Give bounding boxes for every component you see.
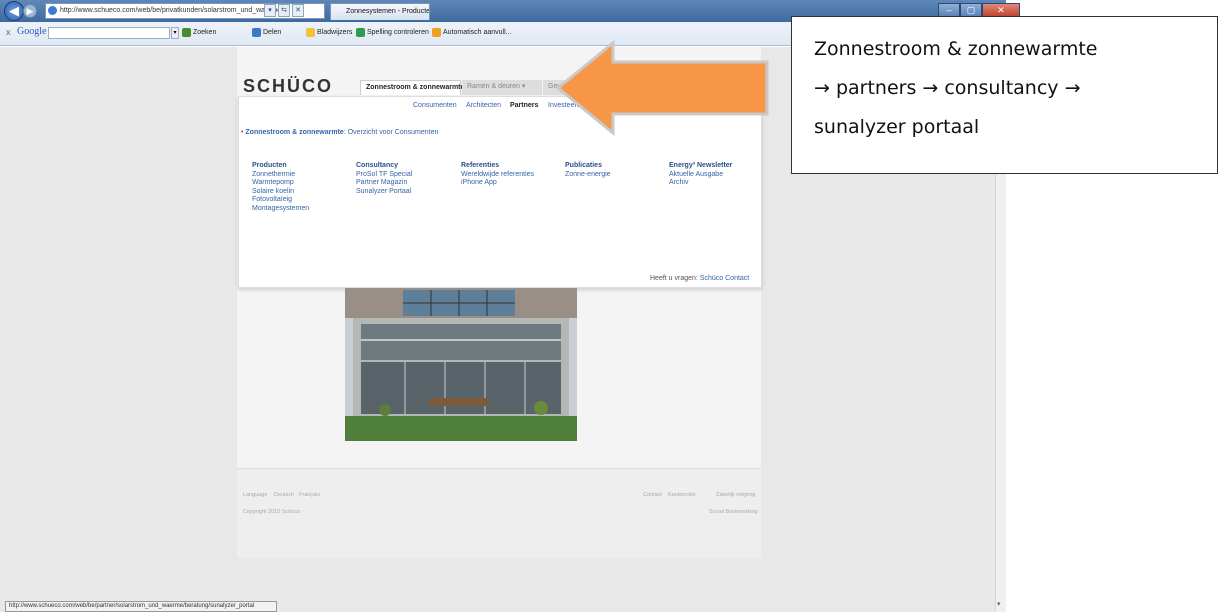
close-window-button[interactable]: ✕	[982, 3, 1020, 17]
page-footer	[237, 468, 761, 558]
footer-contact[interactable]: Contact	[643, 492, 662, 498]
compat-view-button[interactable]: ⇆	[278, 4, 290, 17]
menu-column-referenties: Referenties Wereldwijde referenties iPho…	[461, 162, 534, 188]
minimize-button[interactable]: –	[938, 3, 960, 17]
google-logo: Google	[17, 26, 47, 37]
menu-heading[interactable]: Consultancy	[356, 162, 412, 171]
menu-link[interactable]: Montagesystemen	[252, 205, 309, 214]
menu-link[interactable]: Archiv	[669, 179, 732, 188]
menu-link[interactable]: Solaire koelin	[252, 188, 309, 197]
toolbar-close-icon[interactable]: x	[6, 27, 11, 37]
nav-tab-ramen[interactable]: Ramen & deuren ▾	[462, 80, 542, 95]
toolbar-spelling[interactable]: Spelling controleren	[367, 29, 429, 36]
contact-line: Heeft u vragen: Schüco Contact	[650, 275, 750, 282]
menu-link[interactable]: Partner Magazin	[356, 179, 412, 188]
footer-imprint[interactable]: Zakelijk volgeng	[716, 492, 755, 498]
search-icon	[182, 28, 191, 37]
menu-column-publicaties: Publicaties Zonne-energie	[565, 162, 611, 179]
ie-page-icon	[48, 6, 57, 15]
menu-column-newsletter: Energy³ Newsletter Aktuelle Ausgabe Arch…	[669, 162, 732, 188]
house-photo	[345, 288, 577, 441]
footer-copyright: Copyright 2010 Schüco	[243, 509, 301, 515]
toolbar-zoeken[interactable]: Zoeken	[193, 29, 216, 36]
footer-lang-francais[interactable]: Français	[299, 492, 320, 498]
menu-link[interactable]: Zonne-energie	[565, 171, 611, 180]
browser-tab[interactable]: Zonnesystemen - Producten -...	[330, 3, 430, 20]
menu-heading[interactable]: Referenties	[461, 162, 534, 171]
toolbar-delen[interactable]: Delen	[263, 29, 281, 36]
address-buttons: ▾ ⇆ ✕	[264, 4, 304, 17]
share-icon	[252, 28, 261, 37]
annotation-line-2: → partners → consultancy →	[814, 77, 1081, 99]
footer-language-label: Language	[243, 492, 268, 498]
google-search-input[interactable]	[48, 27, 170, 39]
nav-tab-zonnestroom[interactable]: Zonnestroom & zonnewarmte ▾	[360, 80, 470, 95]
maximize-button[interactable]: ▢	[960, 3, 982, 17]
menu-heading[interactable]: Producten	[252, 162, 309, 171]
subnav-partners[interactable]: Partners	[510, 102, 538, 109]
window-controls: – ▢ ✕	[938, 3, 1020, 17]
orange-arrow-icon	[555, 39, 769, 137]
schuco-logo[interactable]: SCHÜCO	[243, 76, 333, 97]
subnav-consumenten[interactable]: Consumenten	[413, 102, 457, 109]
menu-link[interactable]: Fotovoltaïeig	[252, 196, 309, 205]
stop-button[interactable]: ✕	[292, 4, 304, 17]
back-button[interactable]: ◀	[4, 1, 24, 21]
menu-column-consultancy: Consultancy ProSol TF Special Partner Ma…	[356, 162, 412, 196]
footer-sitemap[interactable]: Kantoorsite	[668, 492, 696, 498]
breadcrumb-section[interactable]: Zonnestroom & zonnewarmte	[245, 129, 343, 136]
status-bar: http://www.schueco.com/web/be/partner/so…	[5, 601, 277, 612]
toolbar-bladwijzers[interactable]: Bladwijzers	[317, 29, 352, 36]
footer-social[interactable]: Social Bookmarking	[709, 509, 758, 515]
scroll-down-icon[interactable]: ▾	[997, 600, 1001, 608]
menu-link[interactable]: Wereldwijde referenties	[461, 171, 534, 180]
menu-link-sunalyzer[interactable]: Sunalyzer Portaal	[356, 188, 412, 197]
forward-button[interactable]: ▶	[23, 4, 37, 18]
menu-link[interactable]: Zonnethermie	[252, 171, 309, 180]
menu-heading[interactable]: Energy³ Newsletter	[669, 162, 732, 171]
toolbar-autofill[interactable]: Automatisch aanvull...	[443, 29, 511, 36]
annotation-line-3: sunalyzer portaal	[814, 116, 980, 138]
address-dropdown-button[interactable]: ▾	[264, 4, 276, 17]
annotation-text: Zonnestroom & zonnewarmte → partners → c…	[814, 30, 1209, 147]
menu-link[interactable]: iPhone App	[461, 179, 534, 188]
breadcrumb: • Zonnestroom & zonnewarmte: Overzicht v…	[241, 129, 439, 136]
footer-lang-deutsch[interactable]: Deutsch	[274, 492, 294, 498]
menu-link[interactable]: ProSol TF Special	[356, 171, 412, 180]
menu-link[interactable]: Warmtepomp	[252, 179, 309, 188]
annotation-line-1: Zonnestroom & zonnewarmte	[814, 38, 1098, 60]
subnav-architecten[interactable]: Architecten	[466, 102, 501, 109]
autofill-icon	[432, 28, 441, 37]
menu-heading[interactable]: Publicaties	[565, 162, 611, 171]
spellcheck-icon	[356, 28, 365, 37]
bookmark-star-icon	[306, 28, 315, 37]
menu-link[interactable]: Aktuelle Ausgabe	[669, 171, 732, 180]
breadcrumb-rest[interactable]: : Overzicht voor Consumenten	[344, 129, 439, 136]
contact-link[interactable]: Schüco Contact	[700, 275, 749, 282]
menu-column-producten: Producten Zonnethermie Warmtepomp Solair…	[252, 162, 309, 213]
google-search-dropdown[interactable]: ▾	[171, 27, 179, 39]
